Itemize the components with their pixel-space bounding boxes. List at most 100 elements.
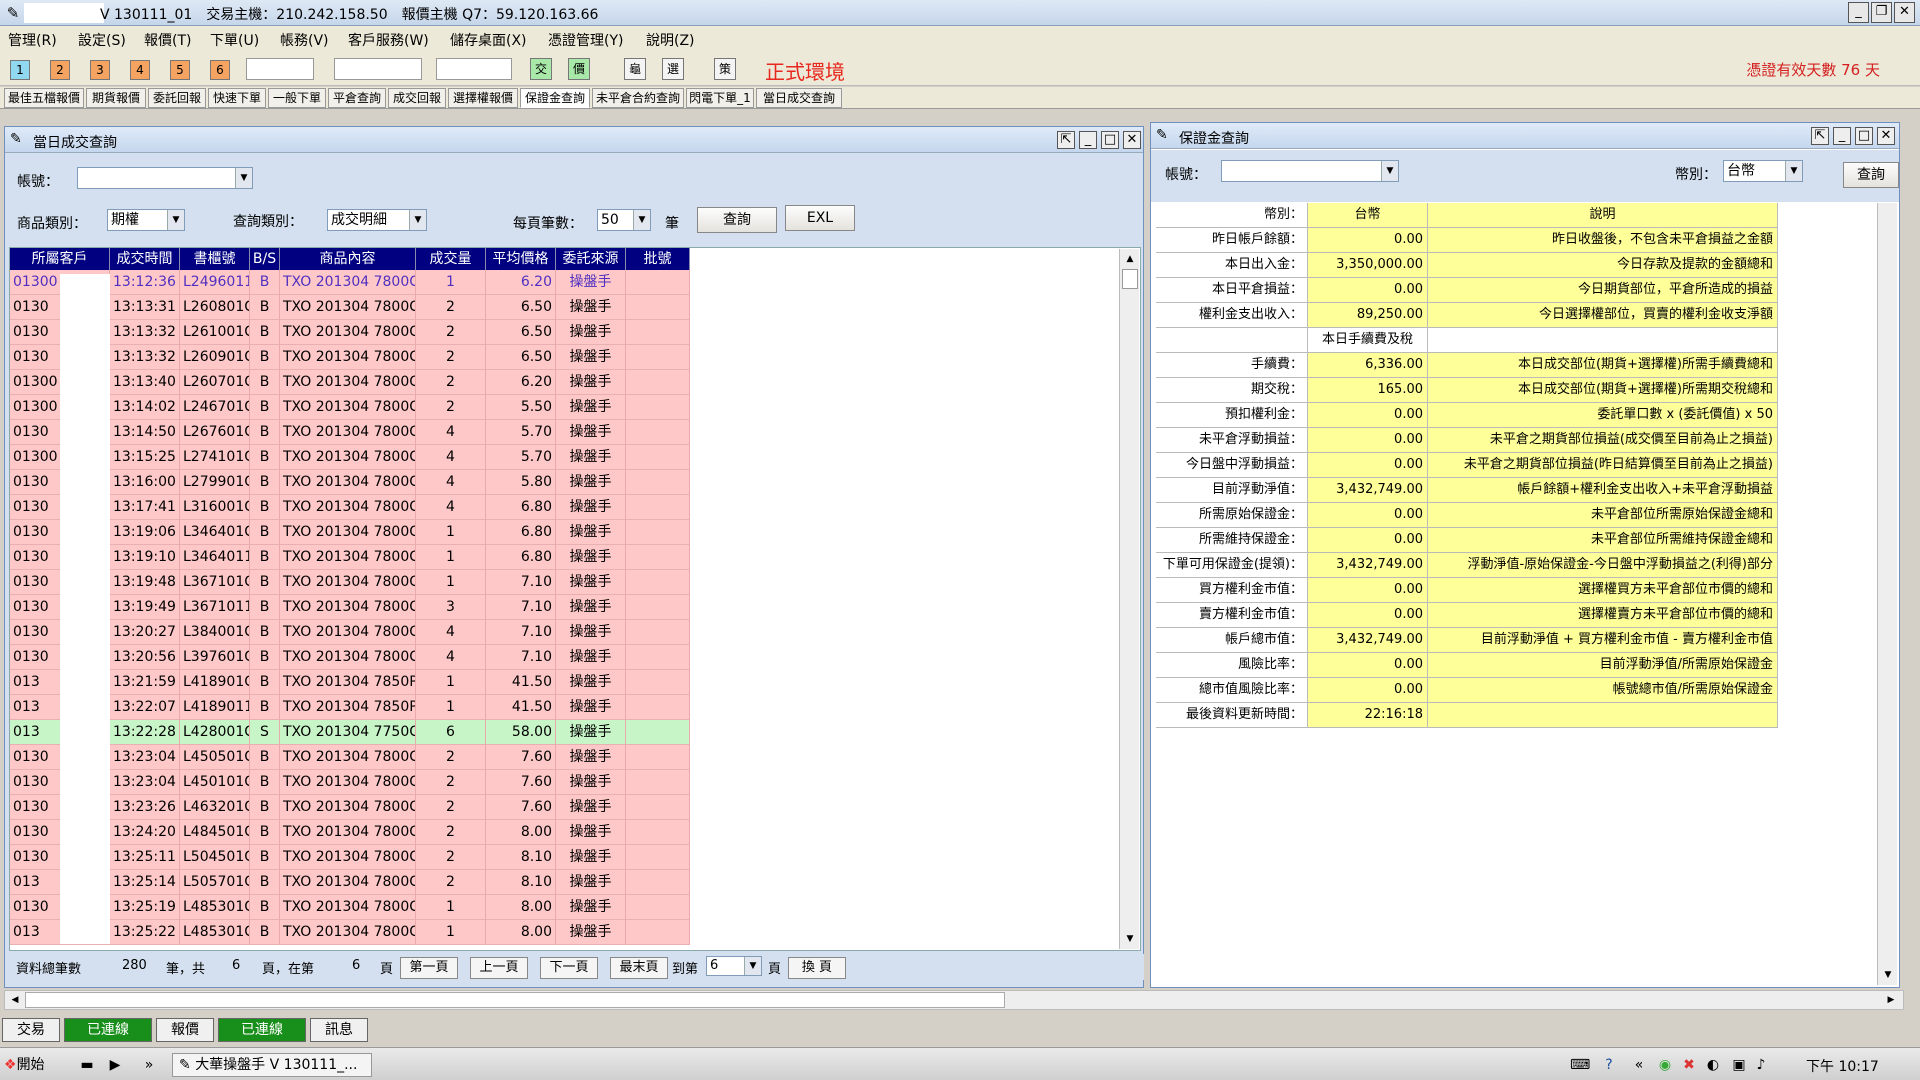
scroll-up-icon[interactable]: ▲ [1122, 251, 1138, 267]
table-row[interactable]: 0130 13:17:41 L316001C B TXO 201304 7800C 4 6.… [10, 495, 690, 520]
menu-settings[interactable]: 設定(S) [78, 30, 126, 50]
page-size-select[interactable]: 50 ▼ [597, 209, 651, 231]
margin-account-select[interactable]: ▼ [1221, 160, 1399, 182]
scroll-left-icon[interactable]: ◀ [7, 992, 23, 1008]
margin-scrollbar[interactable]: ▼ [1877, 203, 1897, 985]
table-row[interactable]: 0130 13:23:04 L450501C B TXO 201304 7800C 2 7.… [10, 745, 690, 770]
tab-order-report[interactable]: 委託回報 [148, 88, 206, 108]
margin-close-button[interactable]: ✕ [1877, 127, 1895, 145]
table-row[interactable]: 0130 13:20:27 L384001C B TXO 201304 7800C 4 7.… [10, 620, 690, 645]
close-button[interactable]: ✕ [1894, 2, 1915, 23]
tab-trade[interactable]: 交易 [2, 1018, 60, 1042]
table-row[interactable]: 0130 13:25:19 L485301C B TXO 201304 7800C 1 8.… [10, 895, 690, 920]
table-row[interactable]: 0130 13:19:10 L3464011 B TXO 201304 7800C 1 6.… [10, 545, 690, 570]
last-page-button[interactable]: 最末頁 [610, 957, 668, 979]
tab-quote[interactable]: 報價 [156, 1018, 214, 1042]
tray-expand-icon[interactable]: « [1630, 1056, 1648, 1074]
table-row[interactable]: 0130 13:13:31 L260801C B TXO 201304 7800C 2 6.… [10, 295, 690, 320]
prev-page-button[interactable]: 上一頁 [470, 957, 528, 979]
tab-close-query[interactable]: 平倉查詢 [328, 88, 386, 108]
menu-manage[interactable]: 管理(R) [8, 30, 57, 50]
query-type-select[interactable]: 成交明細 ▼ [327, 209, 427, 231]
tab-daily-fills[interactable]: 當日成交查詢 [756, 88, 842, 108]
table-row[interactable]: 0130 13:19:06 L346401C B TXO 201304 7800C 1 6.… [10, 520, 690, 545]
chevron-more-icon[interactable]: » [140, 1056, 158, 1074]
column-header[interactable]: 商品內容 [280, 248, 416, 270]
minimize-button[interactable]: _ [1848, 2, 1869, 23]
table-row[interactable]: 013 13:22:28 L428001C S TXO 201304 7750C 6 58.… [10, 720, 690, 745]
query-button[interactable]: 查詢 [697, 207, 777, 233]
price-icon[interactable]: 價 [568, 58, 590, 80]
scroll-down-icon[interactable]: ▼ [1880, 967, 1896, 983]
change-page-button[interactable]: 換 頁 [788, 957, 846, 979]
margin-currency-select[interactable]: 台幣 ▼ [1723, 160, 1803, 182]
security-icon[interactable]: ✖ [1680, 1056, 1698, 1074]
scroll-right-icon[interactable]: ▶ [1883, 992, 1899, 1008]
panel-close-button[interactable]: ✕ [1123, 131, 1141, 149]
margin-query-button[interactable]: 查詢 [1843, 162, 1899, 188]
table-row[interactable]: 0130 13:23:26 L463201C B TXO 201304 7800C 2 7.… [10, 795, 690, 820]
table-row[interactable]: 01300 13:14:02 L246701C B TXO 201304 7800C 2 5… [10, 395, 690, 420]
menu-account[interactable]: 帳務(V) [280, 30, 329, 50]
tab-fill-report[interactable]: 成交回報 [388, 88, 446, 108]
menu-order[interactable]: 下單(U) [210, 30, 259, 50]
tab-best-five[interactable]: 最佳五檔報價 [4, 88, 84, 108]
scroll-thumb[interactable] [1122, 269, 1138, 289]
tab-message[interactable]: 訊息 [310, 1018, 368, 1042]
turtle-icon[interactable]: 龜 [624, 58, 646, 80]
menu-quote[interactable]: 報價(T) [144, 30, 191, 50]
media-icon[interactable]: ▶ [106, 1056, 124, 1074]
table-row[interactable]: 013 13:25:14 L505701C B TXO 201304 7800C 2 8.1… [10, 870, 690, 895]
table-row[interactable]: 0130 13:13:32 L261001C B TXO 201304 7800C 2 6.… [10, 320, 690, 345]
margin-minimize-button[interactable]: _ [1833, 127, 1851, 145]
table-row[interactable]: 013 13:25:22 L485301C B TXO 201304 7800C 1 8.0… [10, 920, 690, 945]
keyboard-icon[interactable]: ⌨ [1570, 1056, 1590, 1074]
tab-normal-order[interactable]: 一般下單 [268, 88, 326, 108]
table-row[interactable]: 0130 13:24:20 L484501C B TXO 201304 7800C 2 8.… [10, 820, 690, 845]
next-page-button[interactable]: 下一頁 [540, 957, 598, 979]
option-icon[interactable]: 選 [662, 58, 684, 80]
trade-icon[interactable]: 交 [530, 58, 552, 80]
workspace-1-button[interactable]: 1 [10, 60, 30, 80]
horizontal-scroll-thumb[interactable] [25, 992, 1005, 1008]
column-header[interactable]: 平均價格 [486, 248, 556, 270]
tab-open-interest[interactable]: 未平倉合約查詢 [592, 88, 684, 108]
menu-certificate[interactable]: 憑證管理(Y) [548, 30, 623, 50]
table-row[interactable]: 0130 13:13:32 L260901C B TXO 201304 7800C 2 6.… [10, 345, 690, 370]
table-row[interactable]: 01300 13:13:40 L260701C B TXO 201304 7800C 2 6… [10, 370, 690, 395]
tab-margin-query[interactable]: 保證金查詢 [520, 88, 590, 108]
excel-button[interactable]: EXL [785, 205, 855, 231]
desktop-icon[interactable]: ▬ [78, 1056, 96, 1074]
account-select[interactable]: ▼ [77, 167, 253, 189]
tab-flash-order[interactable]: 閃電下單_1 [686, 88, 754, 108]
menu-customer-service[interactable]: 客戶服務(W) [348, 30, 429, 50]
column-header[interactable]: 委託來源 [556, 248, 626, 270]
margin-pin-button[interactable]: ⇱ [1811, 127, 1829, 145]
strategy-icon[interactable]: 策 [714, 58, 736, 80]
workspace-3-button[interactable]: 3 [90, 60, 110, 80]
table-row[interactable]: 0130 13:16:00 L279901C B TXO 201304 7800C 4 5.… [10, 470, 690, 495]
sync-icon[interactable]: ◐ [1704, 1056, 1722, 1074]
scroll-down-icon[interactable]: ▼ [1122, 931, 1138, 947]
grid-scrollbar[interactable]: ▲ ▼ [1119, 249, 1139, 949]
workspace-6-button[interactable]: 6 [210, 60, 230, 80]
table-row[interactable]: 0130 13:19:49 L3671011 B TXO 201304 7800C 3 7.… [10, 595, 690, 620]
taskbar-app-button[interactable]: ✎ 大華操盤手 V 130111_... [172, 1053, 372, 1077]
workspace-2-button[interactable]: 2 [50, 60, 70, 80]
tab-futures-quote[interactable]: 期貨報價 [86, 88, 146, 108]
panel-minimize-button[interactable]: _ [1079, 131, 1097, 149]
start-button[interactable]: ❖開始 [4, 1054, 56, 1076]
horizontal-scrollbar[interactable]: ◀ ▶ [4, 990, 1904, 1010]
column-header[interactable]: 書櫃號 [180, 248, 250, 270]
workspace-4-button[interactable]: 4 [130, 60, 150, 80]
table-row[interactable]: 0130 13:14:50 L267601C B TXO 201304 7800C 4 5.… [10, 420, 690, 445]
table-row[interactable]: 01300 13:12:36 L2496011 B TXO 201304 7800C 1 6… [10, 270, 690, 295]
table-row[interactable]: 013 13:21:59 L418901C B TXO 201304 7850P 1 41.… [10, 670, 690, 695]
column-header[interactable]: 所屬客戶 [10, 248, 110, 270]
margin-maximize-button[interactable]: □ [1855, 127, 1873, 145]
table-row[interactable]: 01300 13:15:25 L274101C B TXO 201304 7800C 4 5… [10, 445, 690, 470]
tab-quick-order[interactable]: 快速下單 [208, 88, 266, 108]
table-row[interactable]: 013 13:22:07 L4189011 B TXO 201304 7850P 1 41.… [10, 695, 690, 720]
display-icon[interactable]: ▣ [1730, 1056, 1748, 1074]
column-header[interactable]: 成交時間 [110, 248, 180, 270]
